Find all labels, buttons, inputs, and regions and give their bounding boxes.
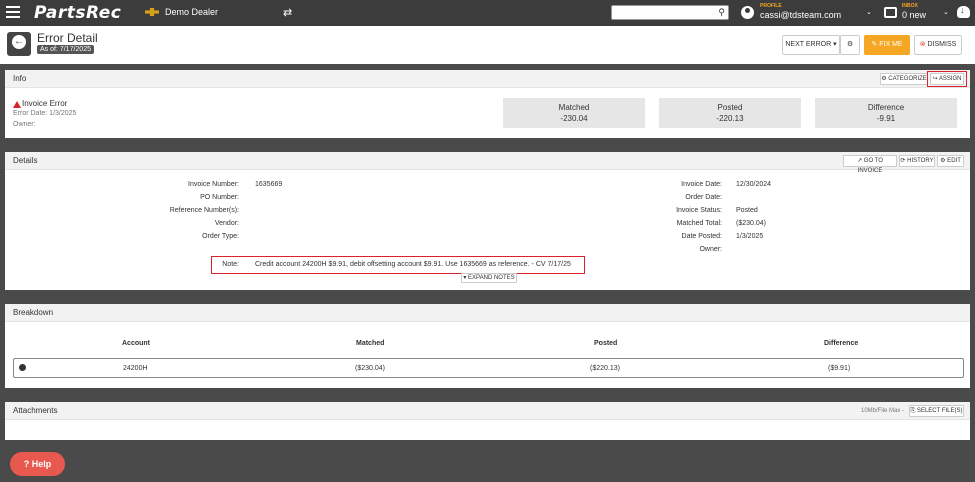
reference-numbers-label: Reference Number(s):: [169, 207, 239, 214]
dealer-name[interactable]: Demo Dealer: [165, 7, 218, 17]
next-error-button[interactable]: NEXT ERROR ▾: [782, 35, 840, 55]
details-title: Details: [13, 156, 38, 165]
profile-chevron-down-icon[interactable]: ⌄: [866, 8, 872, 16]
assign-highlight-box: [927, 71, 967, 87]
breakdown-panel-header: Breakdown: [5, 304, 970, 322]
row-matched: ($230.04): [355, 365, 385, 372]
info-panel-header: Info ⚙ CATEGORIZE ↪ ASSIGN: [5, 70, 970, 88]
matched-total-value: ($230.04): [736, 220, 766, 227]
column-header-posted: Posted: [594, 340, 618, 347]
column-header-difference: Difference: [824, 340, 859, 347]
inbox-count[interactable]: 0 new: [902, 10, 926, 20]
summary-difference: Difference -9.91: [815, 98, 957, 128]
file-size-limit: 10Mb/File Max -: [861, 408, 905, 414]
column-header-matched: Matched: [356, 340, 385, 347]
column-header-account: Account: [122, 340, 150, 347]
details-owner-label: Owner:: [699, 246, 722, 253]
row-posted: ($220.13): [590, 365, 620, 372]
info-title: Info: [13, 74, 27, 83]
note-label: Note:: [222, 261, 239, 268]
back-button[interactable]: [7, 32, 31, 56]
profile-label: PROFILE: [760, 3, 782, 9]
error-date: Error Date: 1/3/2025: [13, 110, 77, 117]
go-to-invoice-button[interactable]: ↗ GO TO INVOICE: [843, 155, 897, 174]
summary-value: -220.13: [716, 114, 744, 123]
order-date-label: Order Date:: [685, 194, 722, 201]
search-icon[interactable]: ⚲: [718, 7, 725, 18]
details-panel: Details ↗ GO TO INVOICE ⟳ HISTORY ⚙ EDIT…: [5, 152, 970, 290]
summary-label: Matched: [558, 103, 590, 112]
attachments-panel: Attachments 10Mb/File Max - ⎘ SELECT FIL…: [5, 402, 970, 440]
summary-value: -230.04: [560, 114, 588, 123]
summary-posted: Posted -220.13: [659, 98, 801, 128]
settings-gear-button[interactable]: ⚙: [840, 35, 860, 55]
expand-notes-button[interactable]: ▾ EXPAND NOTES: [461, 273, 517, 283]
categorize-button[interactable]: ⚙ CATEGORIZE: [880, 73, 928, 85]
as-of-badge: As of: 7/17/2025: [37, 45, 94, 54]
profile-avatar-icon[interactable]: [741, 6, 754, 19]
fix-me-button[interactable]: ✎ FIX ME: [864, 35, 910, 55]
date-posted-value: 1/3/2025: [736, 233, 764, 240]
history-button[interactable]: ⟳ HISTORY: [899, 155, 935, 167]
row-account: 24200H: [123, 365, 148, 372]
invoice-status-value: Posted: [736, 207, 758, 214]
dismiss-button[interactable]: ⊗ DISMISS: [914, 35, 962, 55]
matched-total-label: Matched Total:: [676, 220, 722, 227]
attachments-title: Attachments: [13, 406, 58, 415]
po-number-label: PO Number:: [200, 194, 239, 201]
vendor-label: Vendor:: [214, 220, 239, 227]
invoice-status-label: Invoice Status:: [676, 207, 722, 214]
date-posted-label: Date Posted:: [681, 233, 722, 240]
dismiss-label: DISMISS: [927, 41, 957, 48]
app-logo[interactable]: PartsRec: [34, 3, 121, 23]
edit-button[interactable]: ⚙ EDIT: [937, 155, 964, 167]
details-panel-header: Details ↗ GO TO INVOICE ⟳ HISTORY ⚙ EDIT: [5, 152, 970, 174]
invoice-date-value: 12/30/2024: [736, 181, 772, 188]
invoice-date-label: Invoice Date:: [681, 181, 722, 188]
info-panel: Info ⚙ CATEGORIZE ↪ ASSIGN Invoice Error…: [5, 70, 970, 138]
row-difference: ($9.91): [828, 365, 851, 372]
profile-email[interactable]: cassi@tdsteam.com: [760, 10, 841, 20]
invoice-number-label: Invoice Number:: [188, 181, 239, 188]
inbox-label: INBOX: [902, 3, 918, 9]
dealer-brand-icon: [145, 8, 159, 16]
error-type: Invoice Error: [22, 99, 68, 108]
select-files-button[interactable]: ⎘ SELECT FILE(S): [909, 405, 964, 417]
inbox-icon[interactable]: [884, 7, 897, 18]
cloud-download-icon[interactable]: [957, 5, 970, 18]
breakdown-panel: Breakdown Account Matched Posted Differe…: [5, 304, 970, 388]
note-text: Credit account 24200H $9.91, debit offse…: [255, 261, 571, 268]
switch-dealer-icon[interactable]: ⇄: [283, 6, 292, 19]
summary-label: Posted: [717, 103, 743, 112]
order-type-label: Order Type:: [202, 233, 239, 240]
page-header: Error Detail As of: 7/17/2025 NEXT ERROR…: [0, 26, 975, 64]
expand-row-plus-icon[interactable]: [19, 364, 26, 371]
dismiss-icon: ⊗: [919, 41, 926, 48]
help-button[interactable]: ? Help: [10, 452, 65, 476]
breakdown-title: Breakdown: [13, 308, 54, 317]
hamburger-menu-icon[interactable]: [6, 6, 20, 18]
attachments-panel-header: Attachments 10Mb/File Max - ⎘ SELECT FIL…: [5, 402, 970, 420]
invoice-number-value: 1635669: [255, 181, 283, 188]
search-input[interactable]: ⚲: [611, 5, 729, 20]
page-title: Error Detail: [37, 31, 98, 45]
warning-icon: [13, 101, 21, 108]
owner-label: Owner:: [13, 121, 36, 128]
top-navigation-bar: PartsRec Demo Dealer ⇄ ⚲ PROFILE cassi@t…: [0, 0, 975, 26]
table-row[interactable]: 24200H ($230.04) ($220.13) ($9.91): [13, 358, 964, 378]
summary-label: Difference: [867, 103, 905, 112]
summary-value: -9.91: [876, 114, 896, 123]
inbox-chevron-down-icon[interactable]: ⌄: [943, 8, 949, 16]
summary-matched: Matched -230.04: [503, 98, 645, 128]
